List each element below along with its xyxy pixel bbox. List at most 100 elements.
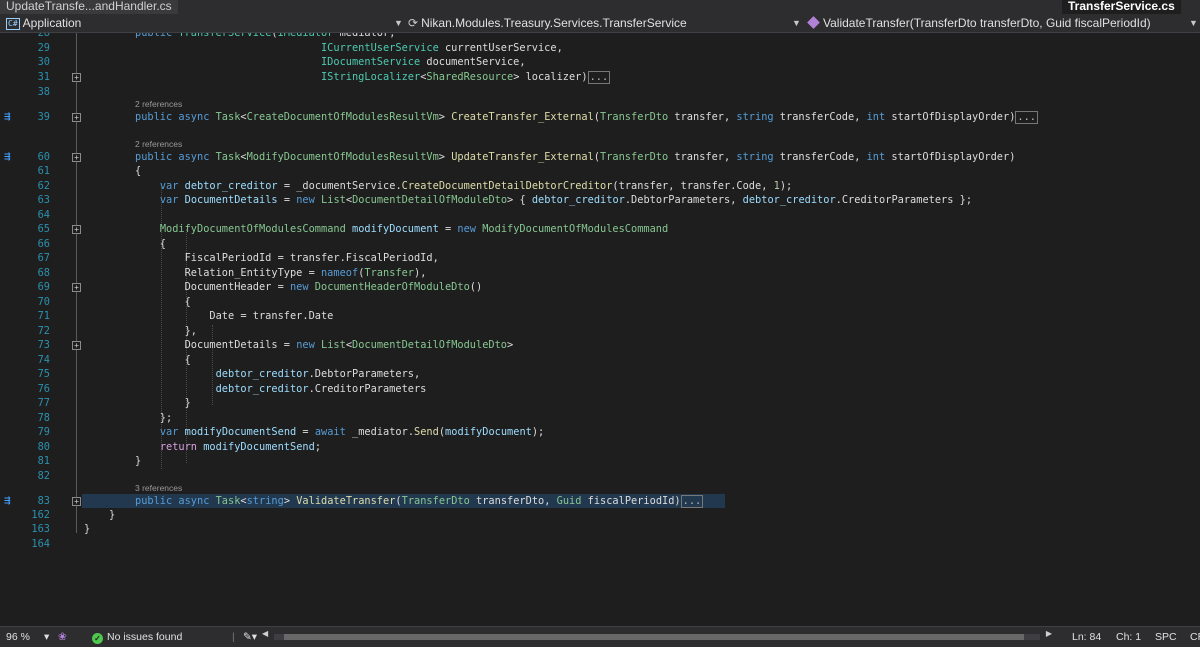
zoom-level[interactable]: 96 % [6, 627, 30, 647]
collapsed-region-ellipsis[interactable]: ... [1015, 111, 1039, 124]
code-line[interactable]: 30 IDocumentService documentService, [0, 55, 1200, 69]
code-text[interactable]: } [109, 508, 115, 522]
scroll-thumb[interactable] [284, 634, 1024, 640]
line-indicator[interactable]: Ln: 84 [1072, 627, 1101, 647]
code-text[interactable]: { [135, 295, 191, 309]
code-text[interactable]: } [135, 454, 141, 468]
code-text[interactable]: Date = transfer.Date [135, 309, 333, 323]
code-line[interactable]: 29 ICurrentUserService currentUserServic… [0, 41, 1200, 55]
code-text[interactable]: ICurrentUserService currentUserService, [135, 41, 563, 55]
code-line[interactable]: 75 debtor_creditor.DebtorParameters, [0, 367, 1200, 381]
codelens-references[interactable]: 2 references [135, 98, 182, 110]
codelens-references[interactable]: 3 references [135, 482, 182, 494]
copilot-icon[interactable]: ❀ [58, 627, 67, 647]
code-text[interactable]: }, [135, 324, 197, 338]
code-token: public async [135, 111, 216, 123]
indent-indicator[interactable]: SPC [1155, 627, 1177, 647]
expand-region-icon[interactable]: + [72, 153, 81, 162]
chevron-down-icon[interactable]: ▼ [394, 14, 403, 32]
code-line[interactable]: 68 Relation_EntityType = nameof(Transfer… [0, 266, 1200, 280]
tab-transfer-service[interactable]: TransferService.cs [1062, 0, 1181, 14]
code-text[interactable]: { [135, 353, 191, 367]
code-line[interactable]: 67 FiscalPeriodId = transfer.FiscalPerio… [0, 251, 1200, 265]
code-text[interactable]: debtor_creditor.CreditorParameters [135, 382, 427, 396]
code-text[interactable]: var debtor_creditor = _documentService.C… [135, 179, 792, 193]
code-line[interactable]: 79 var modifyDocumentSend = await _media… [0, 425, 1200, 439]
code-text[interactable]: return modifyDocumentSend; [135, 440, 321, 454]
code-line[interactable]: 81} [0, 454, 1200, 468]
code-text[interactable]: public async Task<ModifyDocumentOfModule… [135, 150, 1015, 164]
code-line[interactable]: 77 } [0, 396, 1200, 410]
code-line[interactable]: 71 Date = transfer.Date [0, 309, 1200, 323]
code-text[interactable]: ModifyDocumentOfModulesCommand modifyDoc… [135, 222, 668, 236]
code-line[interactable]: 62 var debtor_creditor = _documentServic… [0, 179, 1200, 193]
code-text[interactable]: } [84, 522, 90, 536]
code-line[interactable]: 38 [0, 85, 1200, 99]
expand-region-icon[interactable]: + [72, 497, 81, 506]
code-line[interactable]: 164 [0, 537, 1200, 551]
code-line[interactable]: 28 public TransferService(IMediator media… [0, 33, 1200, 40]
code-text[interactable]: public TransferService(IMediator mediato… [135, 33, 395, 40]
expand-region-icon[interactable]: + [72, 113, 81, 122]
code-text[interactable]: { [135, 237, 166, 251]
code-line[interactable]: ⇶ 60 + public async Task<ModifyDocumentOfMo… [0, 150, 1200, 164]
code-line[interactable]: 82 [0, 469, 1200, 483]
code-line[interactable]: 31 + IStringLocalizer<SharedResource> loc… [0, 70, 1200, 84]
expand-region-icon[interactable]: + [72, 225, 81, 234]
code-line[interactable]: ⇶ 83 + public async Task<string> ValidateTr… [0, 494, 1200, 508]
chevron-down-icon[interactable]: ▼ [1189, 14, 1198, 32]
code-line[interactable]: 61 { [0, 164, 1200, 178]
code-text[interactable]: IDocumentService documentService, [135, 55, 526, 69]
code-text[interactable]: Relation_EntityType = nameof(Transfer), [135, 266, 427, 280]
code-text[interactable]: var DocumentDetails = new List<DocumentD… [135, 193, 972, 207]
code-text[interactable]: IStringLocalizer<SharedResource> localiz… [135, 70, 611, 84]
codelens-references[interactable]: 2 references [135, 138, 182, 150]
code-line[interactable]: 72 }, [0, 324, 1200, 338]
code-line[interactable]: 162} [0, 508, 1200, 522]
code-text[interactable]: DocumentHeader = new DocumentHeaderOfMod… [135, 280, 483, 294]
collapsed-region-ellipsis[interactable]: ... [680, 495, 704, 508]
code-line[interactable]: 69 + DocumentHeader = new DocumentHeaderO… [0, 280, 1200, 294]
scroll-left-icon[interactable]: ◀ [262, 629, 268, 638]
code-line[interactable]: 64 [0, 208, 1200, 222]
expand-region-icon[interactable]: + [72, 73, 81, 82]
code-text[interactable]: debtor_creditor.DebtorParameters, [135, 367, 421, 381]
code-text[interactable]: }; [135, 411, 172, 425]
dropdown-arrow-icon[interactable]: ▾ [44, 627, 49, 647]
column-indicator[interactable]: Ch: 1 [1116, 627, 1141, 647]
code-text[interactable]: } [135, 396, 191, 410]
expand-region-icon[interactable]: + [72, 341, 81, 350]
code-line[interactable]: 73 + DocumentDetails = new List<DocumentD… [0, 338, 1200, 352]
code-line[interactable]: 78 }; [0, 411, 1200, 425]
member-dropdown[interactable]: ValidateTransfer(TransferDto transferDto… [806, 14, 1151, 32]
line-ending-indicator[interactable]: CR [1190, 627, 1200, 647]
code-text[interactable]: DocumentDetails = new List<DocumentDetai… [135, 338, 514, 352]
code-text[interactable]: FiscalPeriodId = transfer.FiscalPeriodId… [135, 251, 439, 265]
code-text[interactable]: var modifyDocumentSend = await _mediator… [135, 425, 544, 439]
code-line[interactable]: 63 var DocumentDetails = new List<Docume… [0, 193, 1200, 207]
code-line[interactable]: 70 { [0, 295, 1200, 309]
collapsed-region-ellipsis[interactable]: ... [587, 71, 611, 84]
tab-update-transfer-handler[interactable]: UpdateTransfe...andHandler.cs [0, 0, 178, 14]
expand-region-icon[interactable]: + [72, 283, 81, 292]
issues-indicator[interactable]: ✓ No issues found [92, 627, 182, 647]
code-line[interactable]: 74 { [0, 353, 1200, 367]
code-text[interactable]: public async Task<string> ValidateTransf… [135, 494, 704, 508]
code-text[interactable]: { [135, 164, 141, 178]
code-line[interactable]: 66 { [0, 237, 1200, 251]
code-line[interactable]: 65 + ModifyDocumentOfModulesCommand modif… [0, 222, 1200, 236]
project-dropdown[interactable]: C# Application [6, 14, 81, 32]
scroll-right-icon[interactable]: ▶ [1046, 629, 1052, 638]
chevron-down-icon[interactable]: ▼ [792, 14, 801, 32]
code-line[interactable]: 76 debtor_creditor.CreditorParameters [0, 382, 1200, 396]
horizontal-scrollbar[interactable]: ◀ ▶ [262, 629, 1052, 641]
code-text[interactable]: public async Task<CreateDocumentOfModule… [135, 110, 1039, 124]
code-line[interactable]: 80 return modifyDocumentSend; [0, 440, 1200, 454]
code-line[interactable]: ⇶ 39 + public async Task<CreateDocumentOfMo… [0, 110, 1200, 124]
namespace-dropdown[interactable]: ⟳ Nikan.Modules.Treasury.Services.Transfe… [408, 14, 687, 32]
code-token: new [296, 339, 315, 351]
code-editor[interactable]: 28 public TransferService(IMediator media… [0, 33, 1200, 626]
code-cleanup-icon[interactable]: ✎▾ [243, 627, 257, 647]
code-line[interactable]: 163} [0, 522, 1200, 536]
